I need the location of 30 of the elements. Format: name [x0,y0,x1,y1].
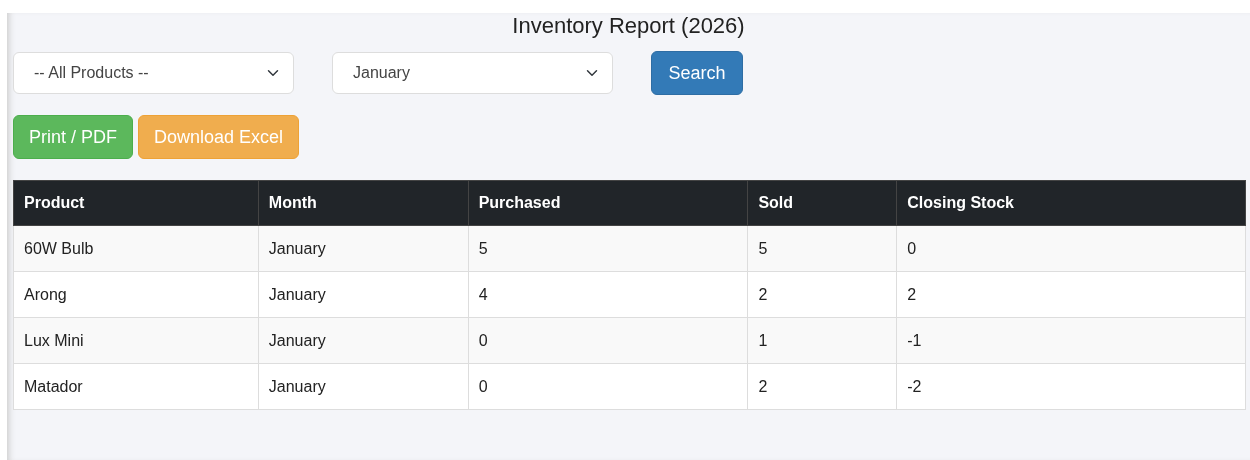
table-cell: -2 [896,363,1246,410]
table-cell: January [258,317,469,364]
column-header: Closing Stock [896,180,1246,226]
table-cell: Matador [13,363,259,410]
table-cell: 0 [468,363,748,410]
table-cell: January [258,271,469,318]
filter-dropdown[interactable]: January [332,52,613,94]
table-cell: 5 [468,225,748,272]
filter-dropdown[interactable]: -- All Products -- [13,52,294,94]
table-cell: 0 [468,317,748,364]
search-button[interactable]: Search [651,51,743,95]
table-cell: 1 [747,317,897,364]
table-cell: 4 [468,271,748,318]
table-cell: 2 [747,271,897,318]
table-cell: 5 [747,225,897,272]
table-cell: 0 [896,225,1246,272]
table-cell: 60W Bulb [13,225,259,272]
table-cell: January [258,225,469,272]
column-header: Product [13,180,259,226]
table-cell: -1 [896,317,1246,364]
table-cell: 2 [747,363,897,410]
column-header: Purchased [468,180,748,226]
table-cell: Arong [13,271,259,318]
table-cell: January [258,363,469,410]
column-header: Sold [747,180,897,226]
column-header: Month [258,180,469,226]
table-cell: 2 [896,271,1246,318]
page-title: Inventory Report (2026) [511,13,746,40]
table-cell: Lux Mini [13,317,259,364]
print-button[interactable]: Print / PDF [13,115,133,159]
